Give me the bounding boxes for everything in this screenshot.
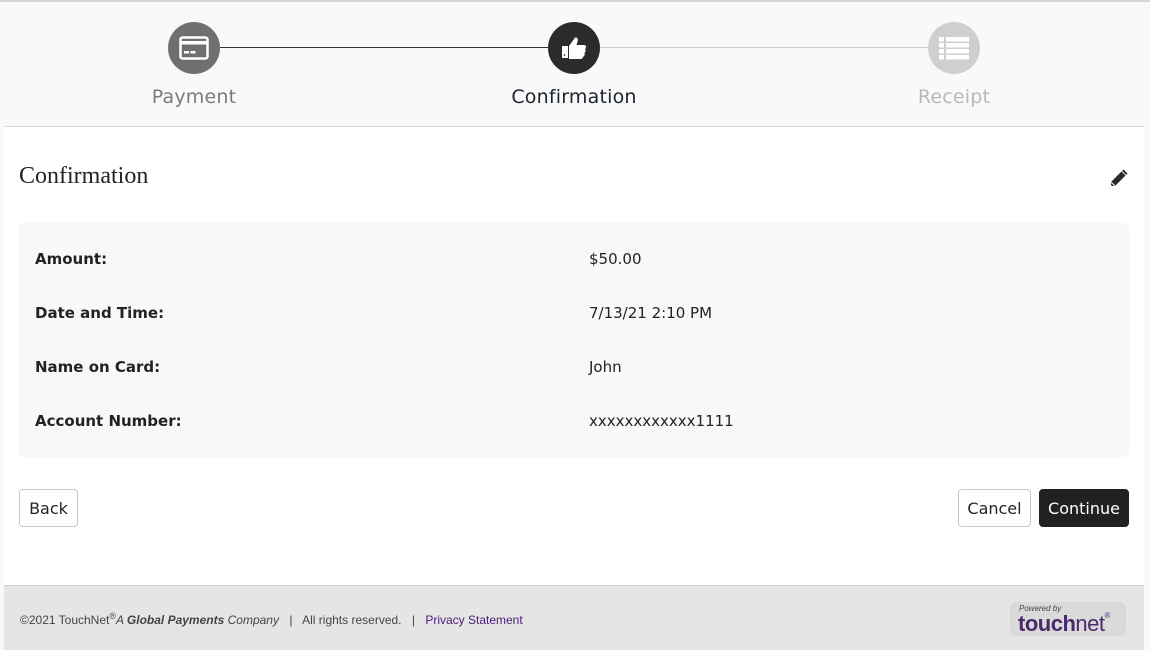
account-number-value: xxxxxxxxxxxx1111 bbox=[589, 412, 734, 430]
pencil-icon bbox=[1110, 169, 1128, 187]
confirmation-details: Amount: $50.00 Date and Time: 7/13/21 2:… bbox=[19, 223, 1129, 457]
list-icon bbox=[939, 37, 969, 60]
tagline-b: Company bbox=[224, 613, 279, 627]
cancel-button[interactable]: Cancel bbox=[958, 489, 1031, 527]
brand-bold: touch bbox=[1018, 611, 1076, 636]
privacy-statement-link[interactable]: Privacy Statement bbox=[425, 613, 522, 627]
detail-row-name-on-card: Name on Card: John bbox=[19, 358, 1129, 388]
brand-wordmark: touchnet® bbox=[1018, 611, 1110, 637]
step-payment-label: Payment bbox=[151, 86, 237, 108]
rights-text: All rights reserved. bbox=[302, 613, 402, 627]
thumbs-up-icon bbox=[562, 37, 586, 59]
detail-row-account-number: Account Number: xxxxxxxxxxxx1111 bbox=[19, 412, 1129, 442]
amount-value: $50.00 bbox=[589, 250, 642, 268]
step-confirmation-label: Confirmation bbox=[511, 86, 637, 108]
date-time-value: 7/13/21 2:10 PM bbox=[589, 304, 713, 322]
name-on-card-value: John bbox=[589, 358, 622, 376]
step-receipt-circle bbox=[928, 22, 980, 74]
copyright: ©2021 TouchNet bbox=[20, 613, 110, 627]
progress-stepper: Payment Confirmation Receipt bbox=[0, 2, 1150, 126]
tagline-a: A bbox=[116, 613, 127, 627]
footer: ©2021 TouchNet®A Global Payments Company… bbox=[4, 585, 1144, 650]
step-confirmation-circle bbox=[548, 22, 600, 74]
footer-separator: | bbox=[289, 613, 293, 627]
date-time-label: Date and Time: bbox=[35, 304, 165, 322]
powered-by-touchnet-logo: Powered by touchnet® bbox=[1010, 602, 1126, 636]
step-confirmation: Confirmation bbox=[474, 22, 674, 108]
confirmation-card: Confirmation Amount: $50.00 Date and Tim… bbox=[4, 126, 1144, 586]
step-receipt-label: Receipt bbox=[917, 86, 991, 108]
continue-button[interactable]: Continue bbox=[1039, 489, 1129, 527]
amount-label: Amount: bbox=[35, 250, 108, 268]
account-number-label: Account Number: bbox=[35, 412, 182, 430]
step-payment-circle bbox=[168, 22, 220, 74]
footer-text: ©2021 TouchNet®A Global Payments Company… bbox=[20, 611, 523, 627]
credit-card-icon bbox=[179, 36, 209, 60]
tagline-bold: Global Payments bbox=[126, 613, 225, 627]
detail-row-amount: Amount: $50.00 bbox=[19, 250, 1129, 280]
footer-separator: | bbox=[411, 613, 415, 627]
name-on-card-label: Name on Card: bbox=[35, 358, 161, 376]
page-title: Confirmation bbox=[19, 163, 149, 189]
edit-button[interactable] bbox=[1108, 169, 1128, 189]
step-receipt: Receipt bbox=[854, 22, 1054, 108]
step-payment: Payment bbox=[94, 22, 294, 108]
registered-mark: ® bbox=[109, 611, 116, 621]
brand-light: net bbox=[1075, 611, 1105, 636]
brand-mark: ® bbox=[1104, 611, 1110, 620]
detail-row-date-time: Date and Time: 7/13/21 2:10 PM bbox=[19, 304, 1129, 334]
back-button[interactable]: Back bbox=[19, 489, 78, 527]
